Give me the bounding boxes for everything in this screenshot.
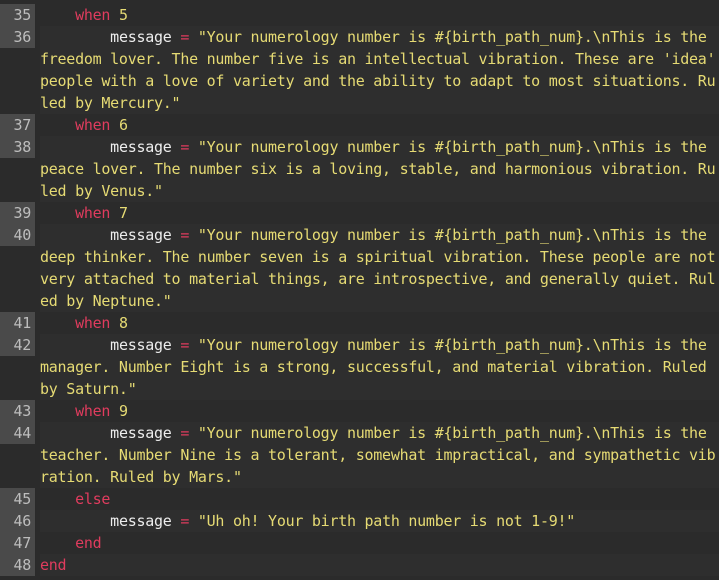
token-kw: end <box>75 534 102 552</box>
token-ident: message <box>40 336 172 354</box>
code-text[interactable]: end <box>40 554 719 576</box>
code-line[interactable]: 42 message = "Your numerology number is … <box>0 334 719 400</box>
code-text[interactable]: when 8 <box>40 312 719 334</box>
token-num: 7 <box>110 204 128 222</box>
token-op: = <box>171 226 198 244</box>
token-ident <box>40 116 75 134</box>
code-line[interactable]: 47 end <box>0 532 719 554</box>
code-lines: 35 when 5 36 message = "Your numerology n… <box>0 4 719 576</box>
token-str: "Uh oh! Your birth path number is not 1-… <box>197 512 576 530</box>
code-line[interactable]: 46 message = "Uh oh! Your birth path num… <box>0 510 719 532</box>
code-text[interactable]: message = "Your numerology number is #{b… <box>40 334 719 400</box>
line-number: 35 <box>0 4 36 26</box>
token-num: 5 <box>110 6 128 24</box>
token-op: = <box>171 28 198 46</box>
token-ident: message <box>40 138 172 156</box>
token-op: = <box>171 424 198 442</box>
token-ident: message <box>40 226 172 244</box>
line-number: 48 <box>0 554 36 576</box>
line-number: 39 <box>0 202 36 224</box>
token-ident: message <box>40 28 172 46</box>
token-kw: when <box>75 204 111 222</box>
token-num: 8 <box>110 314 128 332</box>
code-line[interactable]: 38 message = "Your numerology number is … <box>0 136 719 202</box>
token-ident <box>40 314 75 332</box>
code-line[interactable]: 48 end <box>0 554 719 576</box>
line-number: 43 <box>0 400 36 422</box>
token-kw: when <box>75 6 111 24</box>
code-text[interactable]: message = "Your numerology number is #{b… <box>40 136 719 202</box>
code-line[interactable]: 36 message = "Your numerology number is … <box>0 26 719 114</box>
code-text[interactable]: message = "Your numerology number is #{b… <box>40 422 719 488</box>
line-number: 38 <box>0 136 36 158</box>
code-line[interactable]: 41 when 8 <box>0 312 719 334</box>
token-kw: when <box>75 116 111 134</box>
token-ident: message <box>40 512 172 530</box>
code-text[interactable]: when 6 <box>40 114 719 136</box>
code-line[interactable]: 37 when 6 <box>0 114 719 136</box>
line-number: 47 <box>0 532 36 554</box>
token-ident <box>40 204 75 222</box>
token-ident <box>40 6 75 24</box>
code-text[interactable]: message = "Your numerology number is #{b… <box>40 224 719 312</box>
token-op: = <box>171 138 198 156</box>
token-op: = <box>171 512 198 530</box>
token-ident <box>40 490 75 508</box>
line-number: 37 <box>0 114 36 136</box>
line-number: 44 <box>0 422 36 444</box>
line-number: 45 <box>0 488 36 510</box>
code-text[interactable]: else <box>40 488 719 510</box>
token-ident <box>40 534 75 552</box>
code-text[interactable]: message = "Uh oh! Your birth path number… <box>40 510 719 532</box>
token-kw: end <box>40 556 67 574</box>
code-line[interactable]: 40 message = "Your numerology number is … <box>0 224 719 312</box>
token-ident: message <box>40 424 172 442</box>
code-text[interactable]: when 9 <box>40 400 719 422</box>
code-text[interactable]: when 7 <box>40 202 719 224</box>
line-number: 46 <box>0 510 36 532</box>
code-text[interactable]: end <box>40 532 719 554</box>
token-kw: when <box>75 402 111 420</box>
line-number: 42 <box>0 334 36 356</box>
line-number: 36 <box>0 26 36 48</box>
code-text[interactable]: message = "Your numerology number is #{b… <box>40 26 719 114</box>
token-num: 6 <box>110 116 128 134</box>
token-kw: when <box>75 314 111 332</box>
line-number: 41 <box>0 312 36 334</box>
line-number: 40 <box>0 224 36 246</box>
token-num: 9 <box>110 402 128 420</box>
code-text[interactable]: when 5 <box>40 4 719 26</box>
token-ident <box>40 402 75 420</box>
code-line[interactable]: 43 when 9 <box>0 400 719 422</box>
code-line[interactable]: 44 message = "Your numerology number is … <box>0 422 719 488</box>
token-op: = <box>171 336 198 354</box>
code-line[interactable]: 39 when 7 <box>0 202 719 224</box>
code-line[interactable]: 35 when 5 <box>0 4 719 26</box>
code-editor[interactable]: 35 when 5 36 message = "Your numerology n… <box>0 0 719 580</box>
code-line[interactable]: 45 else <box>0 488 719 510</box>
token-kw: else <box>75 490 111 508</box>
